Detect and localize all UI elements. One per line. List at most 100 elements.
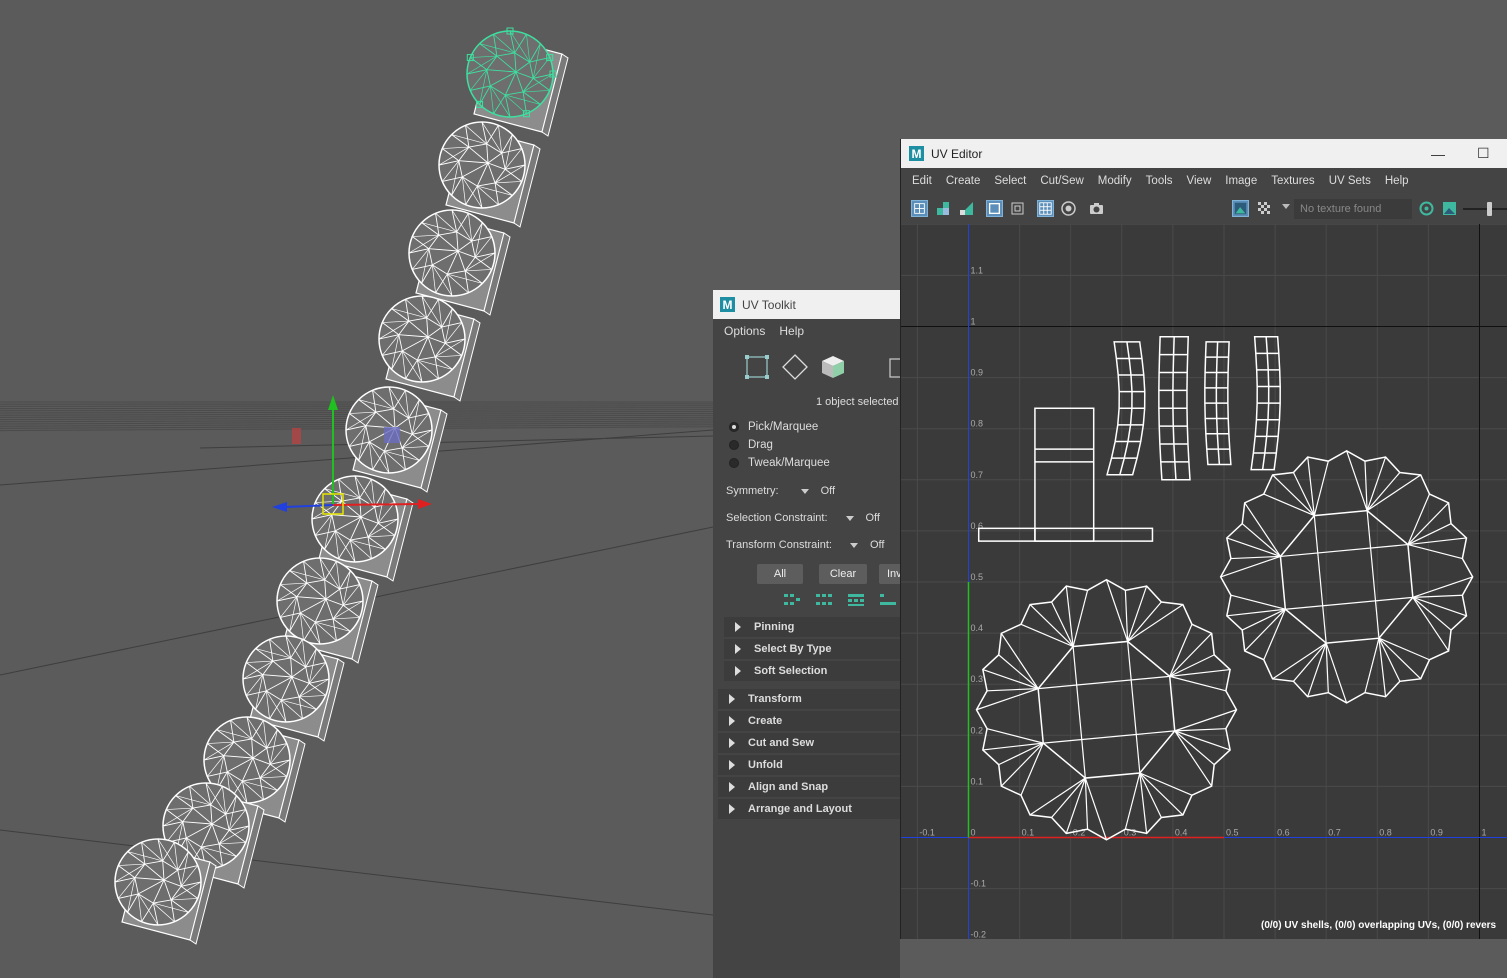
maximize-icon[interactable]: ☐ xyxy=(1477,145,1490,162)
expand-arrow-icon xyxy=(729,804,735,814)
radio-icon xyxy=(729,458,739,468)
dropdown-arrow-icon[interactable] xyxy=(1282,204,1290,209)
menu-view[interactable]: View xyxy=(1187,175,1212,187)
tool-tweak-marquee[interactable]: Tweak/Marquee xyxy=(729,457,830,469)
texture-border-icon[interactable] xyxy=(986,200,1003,217)
object-mode-icon[interactable] xyxy=(820,354,846,380)
shaded-uvs-icon[interactable] xyxy=(935,200,952,217)
menu-help[interactable]: Help xyxy=(779,324,804,338)
expand-arrow-icon xyxy=(735,666,741,676)
checkered-tiles-icon[interactable] xyxy=(1256,200,1273,217)
menu-image[interactable]: Image xyxy=(1225,175,1257,187)
section-pinning[interactable]: Pinning xyxy=(724,617,900,637)
uv-axis-label-v: 0.2 xyxy=(971,725,984,735)
image-icon[interactable] xyxy=(1441,200,1458,217)
edge-mode-icon[interactable] xyxy=(782,354,808,380)
section-soft-selection[interactable]: Soft Selection xyxy=(724,661,900,681)
snapshot-icon[interactable] xyxy=(1088,200,1105,217)
menu-help[interactable]: Help xyxy=(1385,175,1409,187)
menu-select[interactable]: Select xyxy=(994,175,1026,187)
uv-shell-mode-icon[interactable] xyxy=(876,354,900,380)
uv-axis-label-u: 0.4 xyxy=(1175,828,1188,838)
uv-axis-label-v: 0.8 xyxy=(971,419,984,429)
menu-modify[interactable]: Modify xyxy=(1098,175,1132,187)
uv-axis-label-v: 0.4 xyxy=(971,623,984,633)
maya-logo-icon: M xyxy=(909,146,924,161)
uv-toolkit-title: UV Toolkit xyxy=(742,297,796,312)
section-arrange-and-layout[interactable]: Arrange and Layout xyxy=(718,799,900,819)
vertex-mode-icon[interactable] xyxy=(744,354,770,380)
update-texture-icon[interactable] xyxy=(1418,200,1435,217)
section-transform[interactable]: Transform xyxy=(718,689,900,709)
uv-axis-label-v: 0.5 xyxy=(971,572,984,582)
mesh-link[interactable] xyxy=(466,27,569,137)
expand-arrow-icon xyxy=(729,716,735,726)
uv-axis-label-u: 0.8 xyxy=(1379,828,1392,838)
uv-axis-label-v: 0.3 xyxy=(971,674,984,684)
clear-button[interactable]: Clear xyxy=(819,564,867,584)
menu-cut-sew[interactable]: Cut/Sew xyxy=(1040,175,1083,187)
uv-axis-label-u: 0.7 xyxy=(1328,828,1341,838)
dropdown-arrow-icon xyxy=(845,515,854,521)
grow-selection-icon[interactable] xyxy=(783,593,801,607)
uv-axis-label-u: 0.6 xyxy=(1277,828,1290,838)
uv-axis-label-u: 0.1 xyxy=(1022,828,1035,838)
uv-axis-label-v: 0.6 xyxy=(971,521,984,531)
uv-axis-label-u: -0.1 xyxy=(919,828,935,838)
select-border-icon[interactable] xyxy=(879,593,897,607)
section-create[interactable]: Create xyxy=(718,711,900,731)
section-cut-and-sew[interactable]: Cut and Sew xyxy=(718,733,900,753)
selection-tools-row xyxy=(783,593,897,607)
section-align-and-snap[interactable]: Align and Snap xyxy=(718,777,900,797)
minimize-icon[interactable]: — xyxy=(1431,146,1445,162)
uv-bounds-icon[interactable] xyxy=(1009,200,1026,217)
transform-constraint-option[interactable]: Transform Constraint: Off xyxy=(726,539,884,551)
expand-arrow-icon xyxy=(729,738,735,748)
menu-create[interactable]: Create xyxy=(946,175,981,187)
menu-tools[interactable]: Tools xyxy=(1146,175,1173,187)
uv-toolkit-titlebar[interactable]: M UV Toolkit xyxy=(713,290,900,319)
selection-constraint-option[interactable]: Selection Constraint: Off xyxy=(726,512,880,524)
expand-arrow-icon xyxy=(735,644,741,654)
invert-button[interactable]: Inv xyxy=(879,564,900,584)
shrink-selection-icon[interactable] xyxy=(815,593,833,607)
tool-pick-marquee[interactable]: Pick/Marquee xyxy=(729,421,818,433)
uv-axis-label-v: 0.1 xyxy=(971,776,984,786)
distortion-icon[interactable] xyxy=(958,200,975,217)
uv-axis-label-v: 0.9 xyxy=(971,368,984,378)
selection-info: 1 object selected xyxy=(816,396,899,408)
uv-toolkit-menubar: Options Help xyxy=(713,319,900,343)
menu-textures[interactable]: Textures xyxy=(1271,175,1314,187)
exposure-slider-track[interactable] xyxy=(1463,208,1507,210)
menu-options[interactable]: Options xyxy=(724,324,765,338)
uv-axis-label-v: -0.2 xyxy=(971,930,987,939)
expand-arrow-icon xyxy=(729,782,735,792)
expand-arrow-icon xyxy=(729,694,735,704)
grid-display-icon[interactable] xyxy=(1037,200,1054,217)
uv-axis-label-u: 0 xyxy=(971,828,976,838)
select-shell-icon[interactable] xyxy=(847,593,865,607)
pixel-snap-icon[interactable] xyxy=(1060,200,1077,217)
uv-editor-titlebar[interactable]: M UV Editor — ☐ xyxy=(901,139,1507,168)
texture-field[interactable]: No texture found xyxy=(1294,199,1412,219)
menu-edit[interactable]: Edit xyxy=(912,175,932,187)
mesh-link[interactable] xyxy=(378,295,481,402)
uv-axis-label-v: 1.1 xyxy=(971,265,984,275)
symmetry-option[interactable]: Symmetry: Off xyxy=(726,485,835,497)
uv-canvas[interactable]: -0.1 0 0.1 0.2 0.3 0.4 0.5 0.6 0.7 0.8 0.9 1 1.1 1 0.9… xyxy=(901,224,1507,939)
uv-axis-label-u: 1 xyxy=(1482,828,1487,838)
display-image-icon[interactable] xyxy=(1232,200,1249,217)
menu-uv-sets[interactable]: UV Sets xyxy=(1329,175,1371,187)
section-unfold[interactable]: Unfold xyxy=(718,755,900,775)
section-select-by-type[interactable]: Select By Type xyxy=(724,639,900,659)
uv-toolkit-panel: M UV Toolkit Options Help 1 object selec… xyxy=(713,290,900,978)
expand-arrow-icon xyxy=(729,760,735,770)
tool-drag[interactable]: Drag xyxy=(729,439,773,451)
exposure-slider-handle[interactable] xyxy=(1487,202,1492,216)
select-all-button[interactable]: All xyxy=(757,564,803,584)
uv-axis-label-v: 1 xyxy=(971,317,976,327)
dropdown-arrow-icon xyxy=(849,542,858,548)
uv-editor-window: M UV Editor — ☐ Edit Create Select Cut/S… xyxy=(900,139,1507,939)
uv-shell-display-icon[interactable] xyxy=(911,200,928,217)
uv-axis-label-v: 0.7 xyxy=(971,470,984,480)
